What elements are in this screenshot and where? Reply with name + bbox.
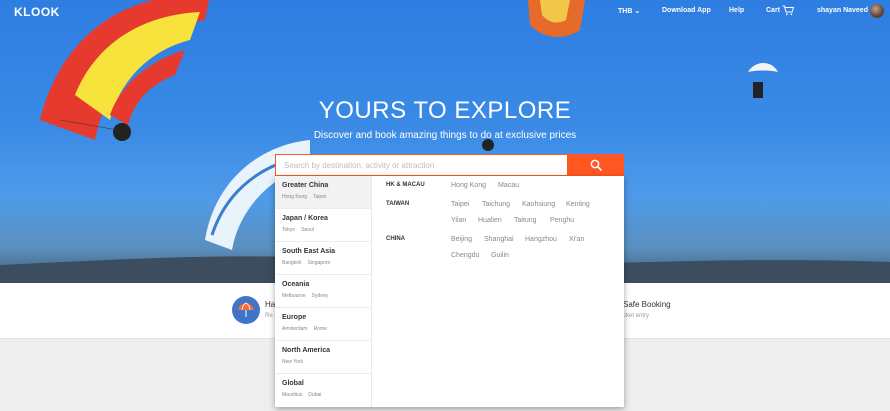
region-city[interactable]: Sydney bbox=[312, 293, 329, 299]
feature-icon bbox=[232, 296, 260, 324]
region-cities: Tokyo Seoul bbox=[282, 227, 371, 233]
city-link-kaohsiung[interactable]: Kaohsiung bbox=[522, 201, 555, 208]
city-link-taitung[interactable]: Taitung bbox=[514, 217, 537, 224]
region-cities: Hong Kong Taipei bbox=[282, 194, 371, 200]
download-app-link[interactable]: Download App bbox=[662, 7, 711, 14]
top-navigation-bar: KLOOK THB ⌄ Download App Help Cart shaya… bbox=[0, 0, 890, 24]
region-name: Japan / Korea bbox=[282, 215, 328, 222]
hero-headline: YOURS TO EXPLORE bbox=[318, 97, 572, 124]
city-link-yilan[interactable]: Yilan bbox=[451, 217, 466, 224]
region-city[interactable]: Dubai bbox=[308, 392, 321, 398]
city-link-taipei[interactable]: Taipei bbox=[451, 201, 469, 208]
region-city[interactable]: Bangkok bbox=[282, 260, 301, 266]
region-cities: New York bbox=[282, 359, 371, 365]
region-city[interactable]: Mauritius bbox=[282, 392, 302, 398]
region-item-global[interactable]: Global Mauritius Dubai bbox=[275, 374, 371, 407]
region-name: Europe bbox=[282, 314, 307, 321]
region-city[interactable]: Taipei bbox=[313, 194, 326, 200]
cart-icon[interactable] bbox=[782, 5, 794, 16]
city-link-hong-kong[interactable]: Hong Kong bbox=[451, 182, 486, 189]
country-label-china: CHINA bbox=[386, 236, 405, 242]
city-link-hualien[interactable]: Hualien bbox=[478, 217, 502, 224]
region-city[interactable]: Hong Kong bbox=[282, 194, 307, 200]
region-item-south-east-asia[interactable]: South East Asia Bangkok Singapore bbox=[275, 242, 371, 275]
region-list: Greater China Hong Kong Taipei Japan / Ko… bbox=[275, 176, 372, 407]
city-link-xian[interactable]: Xi'an bbox=[569, 236, 584, 243]
city-link-chengdu[interactable]: Chengdu bbox=[451, 252, 479, 259]
region-item-north-america[interactable]: North America New York bbox=[275, 341, 371, 374]
region-city[interactable]: Rome bbox=[314, 326, 327, 332]
currency-selector[interactable]: THB ⌄ bbox=[618, 7, 640, 15]
hero-subheadline: Discover and book amazing things to do a… bbox=[313, 130, 577, 141]
country-label-hk-macau: HK & MACAU bbox=[386, 182, 425, 188]
region-name: South East Asia bbox=[282, 248, 336, 255]
region-name: Greater China bbox=[282, 182, 329, 189]
cart-link[interactable]: Cart bbox=[766, 7, 780, 14]
region-city[interactable]: New York bbox=[282, 359, 303, 365]
search-button[interactable] bbox=[567, 154, 624, 176]
city-link-hangzhou[interactable]: Hangzhou bbox=[525, 236, 557, 243]
umbrella-icon bbox=[238, 302, 254, 317]
city-link-guilin[interactable]: Guilin bbox=[491, 252, 509, 259]
region-item-europe[interactable]: Europe Amsterdam Rome bbox=[275, 308, 371, 341]
region-city[interactable]: Tokyo bbox=[282, 227, 295, 233]
city-link-beijing[interactable]: Beijing bbox=[451, 236, 472, 243]
destination-dropdown: Greater China Hong Kong Taipei Japan / Ko… bbox=[275, 176, 624, 407]
user-name[interactable]: shayan Naveed bbox=[817, 7, 868, 14]
region-name: Oceania bbox=[282, 281, 310, 288]
city-link-taichung[interactable]: Taichung bbox=[482, 201, 510, 208]
region-city[interactable]: Amsterdam bbox=[282, 326, 308, 332]
region-cities: Mauritius Dubai bbox=[282, 392, 371, 398]
search-icon bbox=[590, 159, 602, 171]
region-item-japan-korea[interactable]: Japan / Korea Tokyo Seoul bbox=[275, 209, 371, 242]
feature-title-left: Ha bbox=[265, 300, 276, 309]
avatar[interactable] bbox=[870, 4, 884, 18]
region-item-oceania[interactable]: Oceania Melbourne Sydney bbox=[275, 275, 371, 308]
region-name: Global bbox=[282, 380, 304, 387]
region-cities: Bangkok Singapore bbox=[282, 260, 371, 266]
feature-subtitle-left: Re bbox=[265, 313, 273, 319]
currency-label: THB bbox=[618, 8, 633, 15]
region-name: North America bbox=[282, 347, 330, 354]
search-input[interactable] bbox=[275, 154, 567, 176]
country-label-taiwan: TAIWAN bbox=[386, 201, 410, 207]
region-city[interactable]: Seoul bbox=[301, 227, 314, 233]
feature-subtitle-right: cket entry bbox=[623, 313, 650, 319]
feature-title-safe-booking: Safe Booking bbox=[623, 300, 671, 309]
region-item-greater-china[interactable]: Greater China Hong Kong Taipei bbox=[275, 176, 371, 209]
region-city[interactable]: Melbourne bbox=[282, 293, 306, 299]
city-link-shanghai[interactable]: Shanghai bbox=[484, 236, 514, 243]
klook-logo[interactable]: KLOOK bbox=[14, 5, 60, 19]
city-link-penghu[interactable]: Penghu bbox=[550, 217, 574, 224]
region-city[interactable]: Singapore bbox=[307, 260, 330, 266]
city-link-kenting[interactable]: Kenting bbox=[566, 201, 590, 208]
region-cities: Amsterdam Rome bbox=[282, 326, 371, 332]
region-cities: Melbourne Sydney bbox=[282, 293, 371, 299]
city-link-macau[interactable]: Macau bbox=[498, 182, 519, 189]
help-link[interactable]: Help bbox=[729, 7, 744, 14]
chevron-down-icon: ⌄ bbox=[634, 8, 641, 15]
